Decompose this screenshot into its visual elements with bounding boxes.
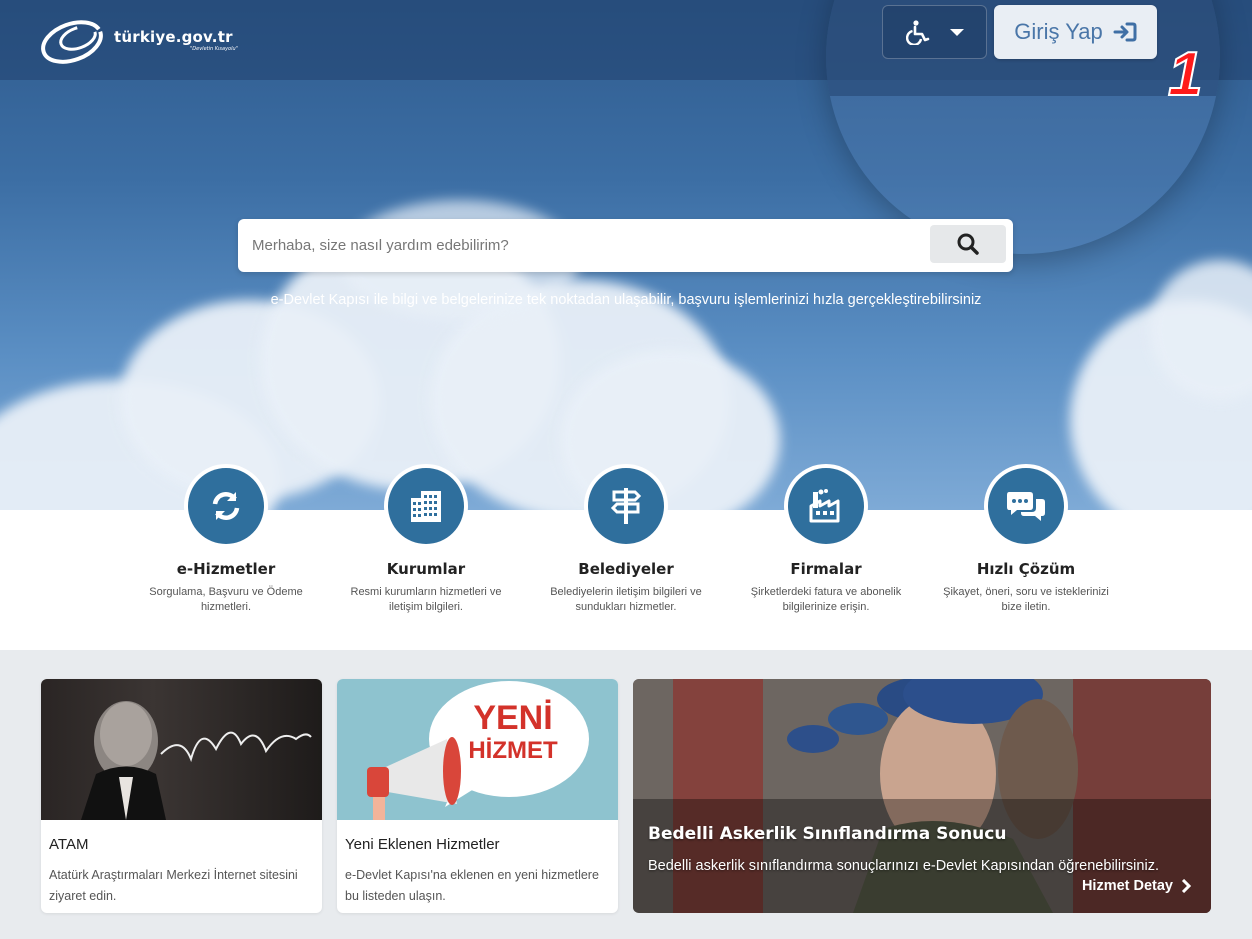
- featured-desc: Bedelli askerlik sınıflandırma sonuçları…: [648, 858, 1159, 874]
- chat-icon: [1007, 492, 1045, 521]
- category-desc: Belediyelerin iletişim bilgileri ve sund…: [550, 586, 702, 613]
- card-yeni-hizmetler[interactable]: YENİ HİZMET Yeni Eklenen Hizmetler e-Dev…: [337, 679, 618, 913]
- category-title: Firmalar: [790, 560, 862, 578]
- search-button[interactable]: [930, 225, 1006, 263]
- card-desc: e-Devlet Kapısı'na eklenen en yeni hizme…: [345, 868, 599, 903]
- category-hizli-cozum[interactable]: Hızlı Çözüm Şikayet, öneri, soru ve iste…: [926, 464, 1126, 615]
- logo-subtitle: "Devletin Kısayolu": [190, 46, 238, 52]
- site-logo[interactable]: türkiye.gov.tr "Devletin Kısayolu": [38, 16, 238, 66]
- category-title: Hızlı Çözüm: [976, 560, 1076, 578]
- badge-hizmet: HİZMET: [468, 737, 558, 764]
- search-icon: [957, 233, 979, 255]
- hizmet-detay-link[interactable]: Hizmet Detay: [1082, 878, 1191, 894]
- category-title: Kurumlar: [386, 560, 466, 578]
- accessibility-menu-button[interactable]: [882, 5, 987, 59]
- signpost-icon: [610, 488, 642, 524]
- building-icon: [411, 491, 441, 522]
- category-title: Belediyeler: [578, 560, 674, 578]
- category-e-hizmetler[interactable]: e-Hizmetler Sorgulama, Başvuru ve Ödeme …: [126, 464, 326, 615]
- search-input[interactable]: [252, 219, 922, 272]
- atam-image: [41, 679, 322, 820]
- category-desc: Şirketlerdeki fatura ve abonelik bilgile…: [750, 586, 902, 613]
- yeni-hizmet-image: YENİ HİZMET: [337, 679, 618, 820]
- featured-card[interactable]: Bedelli Askerlik Sınıflandırma Sonucu Be…: [633, 679, 1211, 913]
- ataturk-portrait-image: [81, 701, 312, 820]
- login-button[interactable]: Giriş Yap: [994, 5, 1157, 59]
- category-desc: Sorgulama, Başvuru ve Ödeme hizmetleri.: [149, 586, 303, 613]
- category-desc: Resmi kurumların hizmetleri ve iletişim …: [350, 586, 502, 613]
- logo-text: türkiye.gov.tr: [114, 28, 233, 46]
- search-bar: [238, 219, 1013, 272]
- search-tagline: e-Devlet Kapısı ile bilgi ve belgelerini…: [270, 292, 982, 308]
- chevron-right-icon: [1181, 879, 1191, 893]
- category-title: e-Hizmetler: [176, 560, 276, 578]
- wheelchair-icon: [905, 20, 929, 45]
- sign-in-icon: [1113, 22, 1137, 42]
- card-atam[interactable]: ATAM Atatürk Araştırmaları Merkezi İnter…: [41, 679, 322, 913]
- card-title: Yeni Eklenen Hizmetler: [345, 836, 500, 853]
- badge-yeni: YENİ: [473, 699, 553, 737]
- category-kurumlar[interactable]: Kurumlar Resmi kurumların hizmetleri ve …: [326, 464, 526, 615]
- logo-crescent-icon: [41, 20, 103, 64]
- category-belediyeler[interactable]: Belediyeler Belediyelerin iletişim bilgi…: [526, 464, 726, 615]
- chevron-down-icon: [949, 28, 964, 36]
- card-desc: Atatürk Araştırmaları Merkezi İnternet s…: [49, 868, 298, 903]
- annotation-number: 1: [1167, 40, 1204, 109]
- refresh-icon: [212, 491, 240, 521]
- category-firmalar[interactable]: Firmalar Şirketlerdeki fatura ve aboneli…: [726, 464, 926, 615]
- hizmet-detay-label: Hizmet Detay: [1081, 878, 1173, 894]
- login-button-label: Giriş Yap: [1014, 19, 1103, 44]
- card-title: ATAM: [49, 836, 89, 853]
- factory-icon: [809, 489, 840, 523]
- featured-title: Bedelli Askerlik Sınıflandırma Sonucu: [648, 824, 1007, 844]
- category-desc: Şikayet, öneri, soru ve isteklerinizi bi…: [943, 586, 1109, 613]
